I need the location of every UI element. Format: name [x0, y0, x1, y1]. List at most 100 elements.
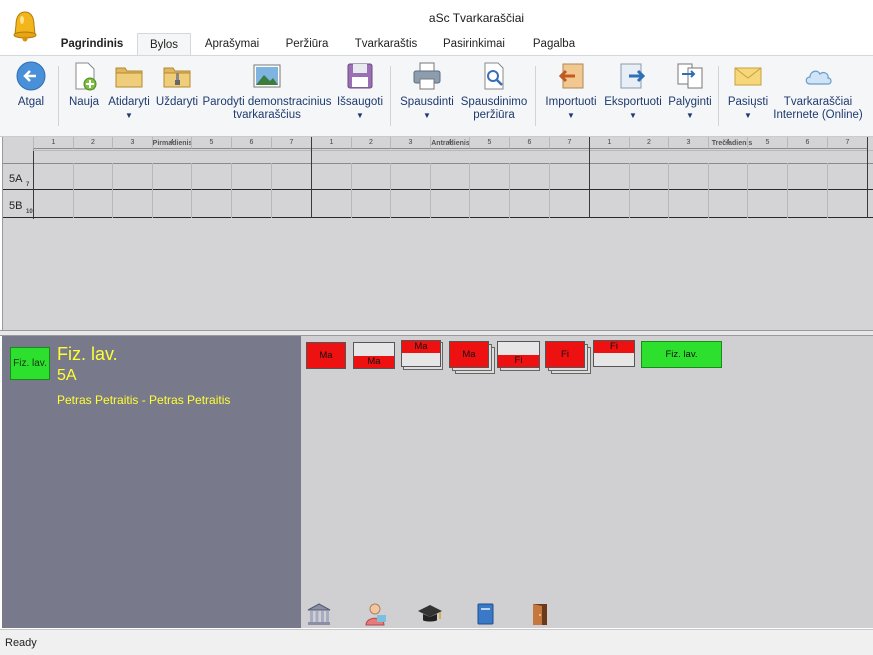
door-icon[interactable] — [527, 602, 553, 626]
card-label: Ma — [354, 356, 394, 368]
period-header: 5 — [469, 137, 509, 149]
grid-line — [390, 163, 391, 218]
open-button[interactable]: Atidaryti ▼ — [104, 60, 154, 122]
import-icon — [558, 63, 584, 89]
period-header: 4 — [430, 137, 469, 149]
chevron-down-icon[interactable]: ▼ — [540, 109, 602, 122]
grid-line — [708, 163, 709, 218]
print-label: Spausdinti — [400, 96, 454, 108]
online-timetables-button[interactable]: Tvarkaraščiai Internete (Online) — [770, 60, 866, 122]
grid-line — [152, 163, 153, 218]
demo-timetables-button[interactable]: Parodyti demonstracinius tvarkaraščius — [200, 60, 334, 122]
ribbon-tabs: Pagrindinis Bylos Aprašymai Peržiūra Tva… — [0, 33, 873, 56]
grid-line — [787, 163, 788, 218]
grid-line — [191, 163, 192, 218]
tab-pagalba[interactable]: Pagalba — [524, 33, 584, 55]
status-text: Ready — [5, 637, 37, 649]
lesson-card[interactable]: Fi — [497, 341, 543, 371]
printer-icon — [413, 62, 441, 90]
tab-tvarkarastis[interactable]: Tvarkaraštis — [348, 33, 424, 55]
grid-line — [747, 163, 748, 218]
compare-icon — [677, 63, 703, 89]
tab-aprasymai[interactable]: Aprašymai — [197, 33, 267, 55]
floppy-disk-icon — [347, 63, 373, 89]
period-header: 3 — [668, 137, 708, 149]
lesson-card[interactable]: Fi — [593, 340, 635, 367]
chevron-down-icon[interactable]: ▼ — [396, 109, 458, 122]
back-button[interactable]: Atgal — [10, 60, 52, 109]
lesson-card[interactable]: Fiz. lav. — [641, 341, 722, 368]
class-count: 10 — [26, 209, 33, 215]
lesson-card[interactable]: Ma — [401, 340, 443, 370]
chevron-down-icon[interactable]: ▼ — [334, 109, 386, 122]
card-face: Ma — [306, 342, 346, 369]
open-label: Atidaryti — [108, 96, 150, 108]
title-bar: aSc Tvarkaraščiai — [0, 0, 873, 42]
card-label: Fi — [594, 341, 634, 353]
period-header: 1 — [589, 137, 629, 149]
period-header: 1 — [311, 137, 351, 149]
save-button[interactable]: Išsaugoti ▼ — [334, 60, 386, 122]
grid-line — [509, 163, 510, 218]
grid-line — [629, 163, 630, 218]
print-preview-button[interactable]: Spausdinimo peržiūra — [458, 60, 530, 122]
period-header: 1 — [33, 137, 73, 149]
tab-perziura[interactable]: Peržiūra — [278, 33, 336, 55]
class-label[interactable]: 5A — [9, 173, 22, 185]
card-face: Ma — [449, 341, 489, 368]
import-button[interactable]: Importuoti ▼ — [540, 60, 602, 122]
tab-pagrindinis[interactable]: Pagrindinis — [52, 33, 132, 55]
grid-line — [351, 163, 352, 218]
grid-line — [311, 137, 312, 218]
period-header: 6 — [231, 137, 271, 149]
save-label: Išsaugoti — [336, 96, 384, 108]
timetable-grid[interactable]: Pirmadienis Antradienis Trečiadienis 1 2… — [2, 137, 873, 330]
card-face: Ma — [401, 340, 441, 367]
book-icon[interactable] — [473, 602, 499, 626]
graduation-cap-icon[interactable] — [417, 602, 443, 626]
card-face: Ma — [353, 342, 395, 369]
chevron-down-icon[interactable]: ▼ — [666, 109, 714, 122]
chevron-down-icon[interactable]: ▼ — [104, 109, 154, 122]
tab-bylos[interactable]: Bylos — [137, 33, 191, 56]
chevron-down-icon[interactable]: ▼ — [724, 109, 772, 122]
grid-line — [549, 163, 550, 218]
chevron-down-icon[interactable]: ▼ — [601, 109, 665, 122]
online-label-2: Internete (Online) — [773, 109, 863, 121]
lesson-card[interactable]: Ma — [449, 341, 495, 375]
lesson-info-panel: Fiz. lav. Fiz. lav. 5A Petras Petraitis … — [2, 336, 301, 628]
preview-label-2: peržiūra — [473, 109, 515, 121]
ribbon-toolbar: Atgal Nauja Atidaryti ▼ Uždaryti Parodyt… — [0, 55, 873, 137]
lesson-card[interactable]: Ma — [306, 342, 346, 369]
export-button[interactable]: Eksportuoti ▼ — [601, 60, 665, 122]
subject-title: Fiz. lav. — [57, 344, 118, 364]
close-button[interactable]: Uždaryti — [154, 60, 200, 109]
class-name: 5A — [57, 367, 77, 384]
compare-button[interactable]: Palyginti ▼ — [666, 60, 714, 122]
print-button[interactable]: Spausdinti ▼ — [396, 60, 458, 122]
lesson-card[interactable]: Fi — [545, 341, 591, 375]
period-header: 3 — [390, 137, 430, 149]
class-label[interactable]: 5B — [9, 200, 22, 212]
tab-pasirinkimai[interactable]: Pasirinkimai — [434, 33, 514, 55]
period-header: 2 — [351, 137, 390, 149]
building-icon[interactable] — [306, 602, 332, 626]
subject-card[interactable]: Fiz. lav. — [10, 347, 50, 380]
period-header: 7 — [827, 137, 867, 149]
class-row-5a[interactable]: 5A 7 — [3, 163, 873, 190]
magnifier-page-icon — [484, 62, 504, 90]
envelope-icon — [734, 67, 762, 86]
send-button[interactable]: Pasiųsti ▼ — [724, 60, 772, 122]
period-header: 5 — [747, 137, 787, 149]
export-icon — [620, 63, 646, 89]
teacher-icon[interactable] — [363, 602, 389, 626]
card-face: Fiz. lav. — [641, 341, 722, 368]
class-row-5b[interactable]: 5B 10 — [3, 191, 873, 218]
grid-line — [589, 137, 590, 218]
new-button[interactable]: Nauja — [66, 60, 102, 109]
period-header: 7 — [271, 137, 311, 149]
grid-line — [112, 163, 113, 218]
lesson-card[interactable]: Ma — [353, 342, 395, 369]
preview-label-1: Spausdinimo — [460, 96, 528, 108]
grid-line — [668, 163, 669, 218]
